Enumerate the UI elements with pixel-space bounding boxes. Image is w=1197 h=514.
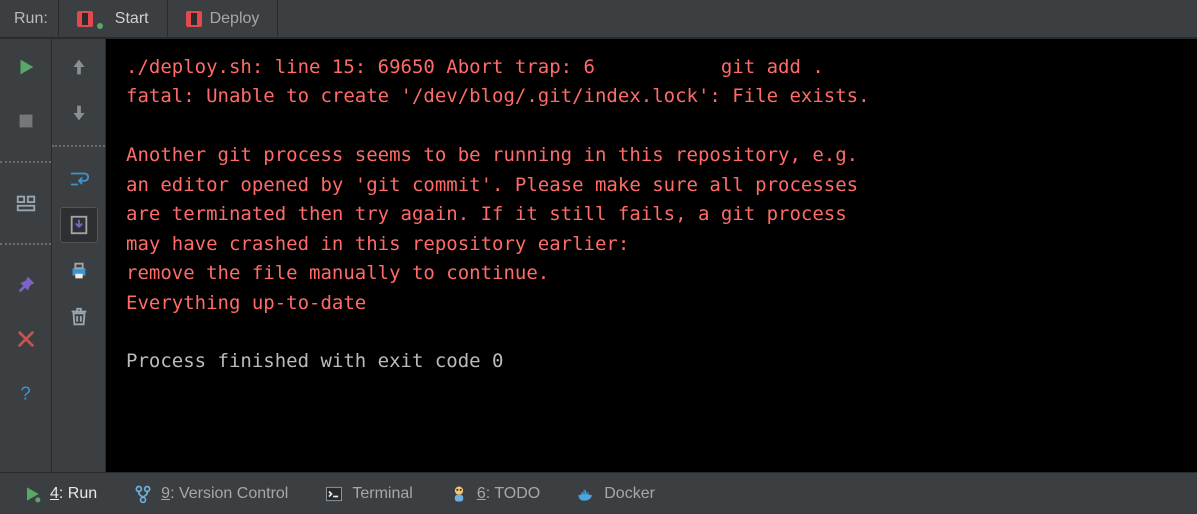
separator bbox=[52, 145, 105, 147]
tab-label: Deploy bbox=[210, 10, 260, 28]
stop-icon bbox=[15, 110, 37, 132]
console-line bbox=[126, 112, 1189, 141]
separator bbox=[0, 243, 51, 245]
pin-tab-button[interactable] bbox=[7, 267, 45, 303]
tab-deploy[interactable]: Deploy bbox=[167, 0, 279, 37]
trash-icon bbox=[68, 306, 90, 328]
restore-layout-button[interactable] bbox=[7, 185, 45, 221]
close-icon bbox=[15, 328, 37, 350]
run-config-icon bbox=[186, 11, 202, 27]
console-line: fatal: Unable to create '/dev/blog/.git/… bbox=[126, 82, 1189, 111]
docker-icon bbox=[576, 484, 596, 504]
run-config-icon bbox=[77, 11, 93, 27]
arrow-down-icon bbox=[68, 102, 90, 124]
scroll-to-end-button[interactable] bbox=[60, 207, 98, 243]
console-line: are terminated then try again. If it sti… bbox=[126, 200, 1189, 229]
console-line bbox=[126, 318, 1189, 347]
todo-icon bbox=[449, 484, 469, 504]
arrow-up-icon bbox=[68, 56, 90, 78]
console-line: may have crashed in this repository earl… bbox=[126, 230, 1189, 259]
help-icon: ? bbox=[15, 382, 37, 404]
separator bbox=[0, 161, 51, 163]
tab-label: Start bbox=[115, 10, 149, 28]
soft-wrap-button[interactable] bbox=[60, 161, 98, 197]
footer-terminal[interactable]: Terminal bbox=[306, 473, 430, 514]
soft-wrap-icon bbox=[68, 168, 90, 190]
help-button[interactable]: ? bbox=[7, 375, 45, 411]
print-button[interactable] bbox=[60, 253, 98, 289]
running-dot-icon bbox=[97, 23, 103, 29]
run-actions-gutter: ? bbox=[0, 39, 52, 472]
run-toolbar-header: Run: Start Deploy bbox=[0, 0, 1197, 38]
console-output[interactable]: ./deploy.sh: line 15: 69650 Abort trap: … bbox=[106, 39, 1197, 472]
clear-all-button[interactable] bbox=[60, 299, 98, 335]
bottom-toolwindow-bar: 4: Run 9: Version Control Terminal 6: TO… bbox=[0, 472, 1197, 514]
run-config-tabs: Start Deploy bbox=[58, 0, 279, 37]
branch-icon bbox=[133, 484, 153, 504]
footer-run[interactable]: 4: Run bbox=[4, 473, 115, 514]
console-line: Process finished with exit code 0 bbox=[126, 347, 1189, 376]
footer-label: 9: Version Control bbox=[161, 485, 288, 503]
console-line: Everything up-to-date bbox=[126, 289, 1189, 318]
print-icon bbox=[68, 260, 90, 282]
footer-todo[interactable]: 6: TODO bbox=[431, 473, 558, 514]
console-line: ./deploy.sh: line 15: 69650 Abort trap: … bbox=[126, 53, 1189, 82]
footer-label: Docker bbox=[604, 485, 655, 503]
terminal-icon bbox=[324, 484, 344, 504]
play-icon bbox=[15, 56, 37, 78]
svg-text:?: ? bbox=[20, 382, 30, 403]
console-line: an editor opened by 'git commit'. Please… bbox=[126, 171, 1189, 200]
play-icon bbox=[22, 484, 42, 504]
run-panel-body: ? ./deploy.sh: li bbox=[0, 38, 1197, 472]
scroll-to-end-icon bbox=[68, 214, 90, 236]
footer-label: 4: Run bbox=[50, 485, 97, 503]
console-line: Another git process seems to be running … bbox=[126, 141, 1189, 170]
scroll-down-button[interactable] bbox=[60, 95, 98, 131]
console-actions-gutter bbox=[52, 39, 106, 472]
footer-version-control[interactable]: 9: Version Control bbox=[115, 473, 306, 514]
footer-label: Terminal bbox=[352, 485, 412, 503]
run-label: Run: bbox=[0, 10, 58, 28]
close-panel-button[interactable] bbox=[7, 321, 45, 357]
footer-docker[interactable]: Docker bbox=[558, 473, 673, 514]
pin-icon bbox=[15, 274, 37, 296]
stop-button[interactable] bbox=[7, 103, 45, 139]
scroll-up-button[interactable] bbox=[60, 49, 98, 85]
console-line: remove the file manually to continue. bbox=[126, 259, 1189, 288]
layout-icon bbox=[15, 192, 37, 214]
tab-start[interactable]: Start bbox=[58, 0, 167, 37]
rerun-button[interactable] bbox=[7, 49, 45, 85]
footer-label: 6: TODO bbox=[477, 485, 540, 503]
